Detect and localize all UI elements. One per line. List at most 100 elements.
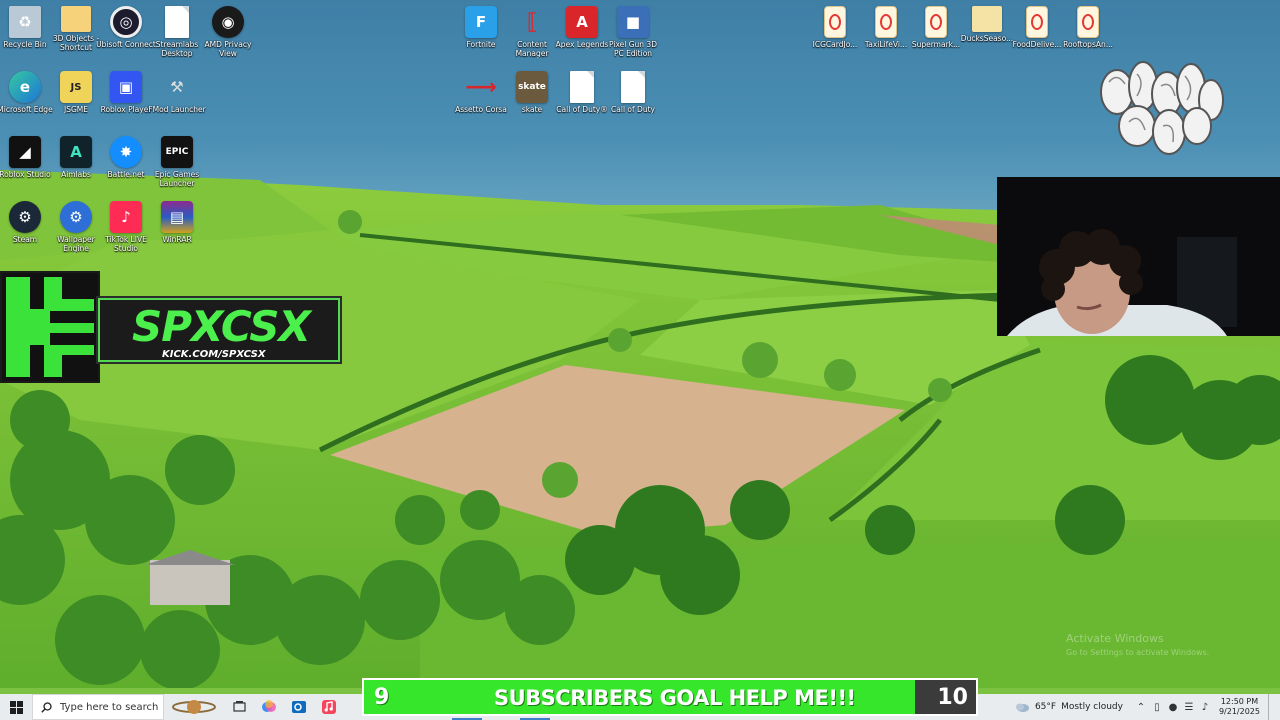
desktop-icon-supermark[interactable]: Supermark... — [909, 6, 963, 49]
chevron-up-icon[interactable]: ⌃ — [1135, 701, 1147, 713]
saturn-icon[interactable] — [164, 694, 224, 720]
folder-icon — [972, 6, 1002, 32]
kick-channel-url: KICK.COM/SPXCSX — [162, 349, 266, 360]
desktop-icon-call-of-duty-reg[interactable]: Call of Duty® — [555, 71, 609, 114]
fmod-icon: ⚒ — [170, 78, 184, 96]
desktop-icon-winrar[interactable]: ▤ WinRAR — [150, 201, 204, 244]
folder-shortcut-icon — [61, 6, 91, 32]
subscriber-goal-target: 10 — [937, 685, 968, 710]
webcam-feed — [997, 177, 1280, 336]
roblox-player-icon: ▣ — [110, 71, 142, 103]
desktop-icon-skate[interactable]: skate skate — [505, 71, 559, 114]
graffiti-logo — [1100, 61, 1224, 155]
winrar-icon: ▤ — [161, 201, 193, 233]
desktop-icon-assetto-corsa[interactable]: ⟶ Assetto Corsa — [454, 71, 508, 115]
volume-icon[interactable]: ♪ — [1199, 701, 1211, 713]
tiktok-icon: ♪ — [110, 201, 142, 233]
outlook-icon[interactable] — [284, 694, 314, 720]
amd-privacy-icon: ◉ — [212, 6, 244, 38]
desktop-icon-roblox-studio[interactable]: ◢ Roblox Studio — [0, 136, 52, 179]
show-desktop-button[interactable] — [1268, 694, 1272, 720]
activate-windows-watermark: Activate Windows Go to Settings to activ… — [1066, 632, 1209, 657]
weather-widget[interactable]: 65°F Mostly cloudy — [1014, 701, 1123, 713]
desktop-icon-fooddelive[interactable]: FoodDelive... — [1010, 6, 1064, 49]
desktop-icon-streamlabs[interactable]: Streamlabs Desktop — [150, 6, 204, 58]
file-icon — [165, 6, 189, 38]
assetto-corsa-icon: ⟶ — [465, 74, 497, 100]
ubisoft-icon: ◎ — [110, 6, 142, 38]
skate-icon: skate — [516, 71, 548, 103]
windows-logo-icon — [9, 700, 23, 714]
subscriber-goal-bar: 9 SUBSCRIBERS GOAL HELP ME!!! 10 — [362, 678, 978, 716]
edge-icon: e — [9, 71, 41, 103]
kick-channel-name: SPXCSX — [132, 302, 311, 351]
desktop-icon-aimlabs[interactable]: A Aimlabs — [49, 136, 103, 179]
desktop-icon-amd-privacy[interactable]: ◉ AMD Privacy View — [201, 6, 255, 58]
copilot-icon[interactable] — [254, 694, 284, 720]
epic-games-icon: EPIC — [161, 136, 193, 168]
search-icon — [41, 701, 52, 713]
start-button[interactable] — [0, 694, 32, 720]
clock-date: 9/21/2025 — [1218, 707, 1260, 716]
cloudy-weather-icon — [1015, 703, 1029, 712]
pdf-icon — [1077, 6, 1099, 38]
pixel-gun-icon: ■ — [617, 6, 649, 38]
pdf-icon — [925, 6, 947, 38]
kick-banner: SPXCSX KICK.COM/SPXCSX — [96, 296, 342, 364]
file-icon — [570, 71, 594, 103]
roblox-studio-icon: ◢ — [9, 136, 41, 168]
desktop-icon-fmod[interactable]: ⚒ FMod Launcher — [148, 71, 205, 114]
desktop-icon-ubisoft-connect[interactable]: ◎ Ubisoft Connect — [96, 6, 156, 49]
desktop-icon-3d-objects[interactable]: 3D Objects - Shortcut — [49, 6, 103, 52]
desktop-icon-wallpaper-engine[interactable]: ⚙ Wallpaper Engine — [49, 201, 103, 253]
desktop-icon-taxilifevi[interactable]: TaxiLifeVi... — [859, 6, 913, 49]
itunes-icon[interactable] — [314, 694, 344, 720]
desktop-icon-rooftopsan[interactable]: RooftopsAn... — [1061, 6, 1115, 49]
desktop-icon-pixel-gun[interactable]: ■ Pixel Gun 3D PC Edition — [606, 6, 660, 58]
desktop-icon-fortnite[interactable]: F Fortnite — [454, 6, 508, 49]
microphone-icon[interactable]: ● — [1167, 701, 1179, 713]
desktop-icon-battlenet[interactable]: ✸ Battle.net — [99, 136, 153, 179]
wallpaper-engine-icon: ⚙ — [60, 201, 92, 233]
activate-subtitle: Go to Settings to activate Windows. — [1066, 648, 1210, 657]
weather-temp: 65°F — [1034, 702, 1057, 712]
clock-time: 12:50 PM — [1220, 697, 1259, 706]
clock[interactable]: 12:50 PM 9/21/2025 — [1219, 697, 1260, 717]
task-view-icon[interactable] — [224, 694, 254, 720]
subscriber-goal-current: 9 — [374, 685, 390, 710]
battlenet-icon: ✸ — [110, 136, 142, 168]
desktop-icon-tiktok-live[interactable]: ♪ TikTok LIVE Studio — [99, 201, 153, 253]
desktop-icon-roblox-player[interactable]: ▣ Roblox Player — [99, 71, 153, 114]
search-placeholder: Type here to search — [60, 701, 159, 713]
desktop-icon-duckssea[interactable]: DucksSeaso... — [960, 6, 1014, 43]
taskbar-search[interactable]: Type here to search — [32, 694, 164, 720]
desktop-icon-jsgme[interactable]: JS JSGME — [49, 71, 103, 114]
apex-icon: A — [566, 6, 598, 38]
weather-text: Mostly cloudy — [1061, 702, 1123, 712]
recycle-bin-icon: ♻ — [9, 6, 41, 38]
desktop-icon-epic-games[interactable]: EPIC Epic Games Launcher — [150, 136, 204, 188]
pdf-icon — [824, 6, 846, 38]
desktop-icon-steam[interactable]: ⚙ Steam — [0, 201, 52, 244]
activate-title: Activate Windows — [1066, 632, 1164, 645]
desktop-icon-call-of-duty[interactable]: Call of Duty — [606, 71, 660, 114]
kick-logo — [0, 271, 100, 383]
aimlabs-icon: A — [60, 136, 92, 168]
subscriber-goal-title: SUBSCRIBERS GOAL HELP ME!!! — [494, 686, 856, 710]
jsgme-icon: JS — [60, 71, 92, 103]
content-manager-icon: ⟦ — [526, 9, 538, 35]
system-tray: 65°F Mostly cloudy ⌃ ▯ ● ☰ ♪ 12:50 PM 9/… — [1014, 694, 1280, 720]
desktop-icon-edge[interactable]: e Microsoft Edge — [0, 71, 53, 114]
wifi-icon[interactable]: ☰ — [1183, 701, 1195, 713]
pdf-icon — [1026, 6, 1048, 38]
desktop-icon-icgcardjo[interactable]: ICGCardJo... — [808, 6, 862, 49]
desktop-icon-content-manager[interactable]: ⟦ Content Manager — [505, 6, 559, 59]
pdf-icon — [875, 6, 897, 38]
desktop-icon-apex[interactable]: A Apex Legends — [555, 6, 609, 49]
desktop-icon-recycle-bin[interactable]: ♻ Recycle Bin — [0, 6, 52, 49]
fortnite-icon: F — [465, 6, 497, 38]
kick-k-icon — [6, 277, 94, 377]
file-icon — [621, 71, 645, 103]
tablet-icon[interactable]: ▯ — [1151, 701, 1163, 713]
steam-icon: ⚙ — [9, 201, 41, 233]
